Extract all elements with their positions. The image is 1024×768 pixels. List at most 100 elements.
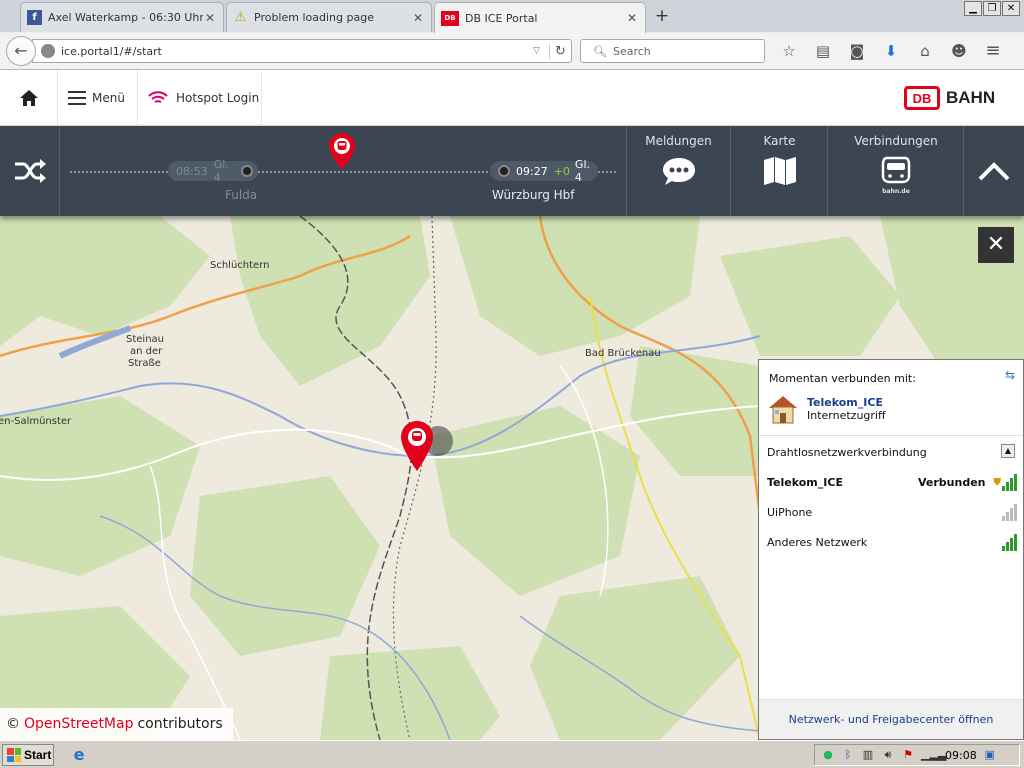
new-tab-button[interactable]: +: [652, 6, 672, 26]
bookmark-star-icon[interactable]: ☆: [772, 41, 806, 61]
db-bahn-logo[interactable]: DB BAHN: [904, 86, 995, 110]
tab-facebook[interactable]: f Axel Waterkamp - 06:30 Uhr ... ✕: [20, 2, 224, 32]
bluetooth-icon[interactable]: ᛒ: [841, 748, 855, 762]
place-label-schluechtern: Schlüchtern: [210, 260, 269, 271]
close-window-button[interactable]: ✕: [1002, 1, 1020, 16]
history-dropdown-icon[interactable]: ▽: [533, 46, 549, 56]
trip-info-bar: 08:53 Gl. 4 Fulda 09:27 +0 Gl. 4 Würzbur…: [0, 126, 1024, 216]
close-map-button[interactable]: ✕: [978, 227, 1014, 263]
stop-dot-icon: [498, 165, 510, 177]
search-icon: 🔍︎: [593, 44, 607, 58]
next-stop-pill[interactable]: 09:27 +0 Gl. 4: [490, 158, 598, 184]
show-desktop-icon[interactable]: ▣: [983, 748, 997, 762]
chat-bubble-icon: [627, 156, 730, 186]
past-stop-pill[interactable]: 08:53 Gl. 4: [168, 158, 258, 184]
download-icon[interactable]: ⬇: [874, 41, 908, 61]
network-flyout: Momentan verbunden mit: ⇆ Telekom_ICE In…: [758, 359, 1024, 740]
train-pin-icon: [329, 133, 355, 169]
window-controls: ▁ ❐ ✕: [964, 1, 1020, 16]
globe-icon: [41, 44, 55, 58]
toolbar-icons: ☆ ▤ ◙ ⬇ ⌂ ☻ ≡: [772, 41, 1010, 61]
network-item-telekom[interactable]: Telekom_ICE Verbunden ⛊: [767, 470, 1017, 494]
internet-explorer-icon[interactable]: e: [70, 746, 88, 764]
warning-icon: ⚠: [234, 10, 247, 25]
stop-dot-icon: [241, 165, 253, 177]
navigation-toolbar: ice.portal1/#/start ▽ ↻ ← 🔍︎ Search ☆ ▤ …: [0, 33, 1024, 69]
chevron-up-icon: [978, 162, 1010, 181]
clock[interactable]: 09:08: [945, 749, 977, 762]
map-attribution: © OpenStreetMap contributors: [0, 708, 233, 740]
browser-chrome: f Axel Waterkamp - 06:30 Uhr ... ✕ ⚠ Pro…: [0, 0, 1024, 70]
map-icon: [731, 156, 828, 186]
place-label-bad-brueckenau: Bad Brückenau: [585, 348, 661, 359]
place-label-salmuenster: en-Salmünster: [0, 416, 72, 427]
tab-ice-portal[interactable]: DB DB ICE Portal ✕: [434, 2, 646, 33]
db-favicon: DB: [441, 10, 459, 26]
signal-strength-icon: [1002, 503, 1017, 521]
openstreetmap-link[interactable]: OpenStreetMap: [24, 716, 133, 732]
minimize-button[interactable]: ▁: [964, 1, 982, 16]
reading-list-icon[interactable]: ▤: [806, 41, 840, 61]
search-box[interactable]: 🔍︎ Search: [580, 39, 765, 63]
menu-button[interactable]: Menü: [58, 70, 138, 126]
network-center-link[interactable]: Netzwerk- und Freigabecenter öffnen: [759, 699, 1023, 739]
taskbar: Start e ● ᛒ ▥ 🔊︎ ⚑ ▁▂▃ 09:08 ▣: [0, 740, 1024, 768]
past-stop-name: Fulda: [225, 188, 258, 202]
back-button[interactable]: ←: [6, 36, 36, 66]
wireless-section-title: Drahtlosnetzwerkverbindung: [767, 446, 927, 459]
bahnde-caption: bahn.de: [882, 188, 910, 195]
refresh-icon[interactable]: ⇆: [1005, 368, 1015, 382]
collapse-section-button[interactable]: ▲: [1001, 444, 1015, 458]
next-stop-name: Würzburg Hbf: [492, 188, 575, 202]
network-item-uiphone[interactable]: UiPhone: [767, 500, 1017, 524]
portal-header: Menü Hotspot Login DB BAHN: [0, 70, 1024, 126]
system-tray: ● ᛒ ▥ 🔊︎ ⚑ ▁▂▃ 09:08 ▣: [814, 744, 1020, 766]
signal-strength-icon: [1002, 473, 1017, 491]
spotify-icon[interactable]: ●: [821, 748, 835, 762]
tab-problem[interactable]: ⚠ Problem loading page ✕: [226, 2, 432, 32]
smiley-icon[interactable]: ☻: [942, 41, 976, 61]
nav-karte[interactable]: Karte: [730, 126, 828, 216]
reload-icon[interactable]: ↻: [549, 43, 571, 59]
place-label-strasse: Straße: [128, 358, 161, 369]
facebook-icon: f: [27, 10, 42, 25]
start-button[interactable]: Start: [2, 744, 54, 766]
shuffle-icon: [14, 159, 46, 183]
signal-strength-icon: [1002, 533, 1017, 551]
train-front-icon: [828, 156, 964, 190]
close-tab-icon[interactable]: ✕: [411, 11, 425, 25]
shield-warning-icon: ⛊: [993, 476, 1002, 488]
hamburger-menu-icon[interactable]: ≡: [976, 41, 1010, 61]
nav-meldungen[interactable]: Meldungen: [626, 126, 730, 216]
collapse-infobar-button[interactable]: [963, 126, 1024, 216]
network-tray-icon[interactable]: ▁▂▃: [921, 748, 946, 762]
network-item-other[interactable]: Anderes Netzwerk: [767, 530, 1017, 554]
windows-logo-icon: [7, 748, 21, 762]
url-bar[interactable]: ice.portal1/#/start ▽ ↻: [32, 39, 572, 63]
home-icon: [19, 90, 38, 106]
place-label-steinau: Steinau: [126, 334, 164, 345]
portal-home-button[interactable]: [0, 70, 58, 126]
home-icon[interactable]: ⌂: [908, 41, 942, 61]
flyout-divider: [759, 435, 1023, 436]
house-icon: [769, 396, 797, 424]
hotspot-login-button[interactable]: Hotspot Login: [138, 70, 262, 126]
flyout-header: Momentan verbunden mit:: [769, 372, 916, 385]
train-position-marker[interactable]: [398, 419, 458, 479]
close-tab-icon[interactable]: ✕: [203, 11, 217, 25]
nav-verbindungen[interactable]: Verbindungen bahn.de: [827, 126, 964, 216]
device-icon[interactable]: ▥: [861, 748, 875, 762]
current-connection: Telekom_ICE Internetzugriff: [767, 394, 886, 424]
place-label-an-der: an der: [130, 346, 163, 357]
trip-progress: 08:53 Gl. 4 Fulda 09:27 +0 Gl. 4 Würzbur…: [60, 126, 626, 216]
security-alert-icon[interactable]: ⚑: [901, 748, 915, 762]
wifi-icon: [148, 91, 168, 103]
pocket-icon[interactable]: ◙: [840, 41, 874, 61]
close-tab-icon[interactable]: ✕: [625, 11, 639, 25]
train-progress-marker: [328, 132, 356, 174]
tab-strip: f Axel Waterkamp - 06:30 Uhr ... ✕ ⚠ Pro…: [0, 0, 1024, 33]
volume-icon[interactable]: 🔊︎: [881, 748, 895, 762]
maximize-button[interactable]: ❐: [983, 1, 1001, 16]
hamburger-icon: [68, 91, 86, 105]
switch-view-button[interactable]: [0, 126, 60, 216]
